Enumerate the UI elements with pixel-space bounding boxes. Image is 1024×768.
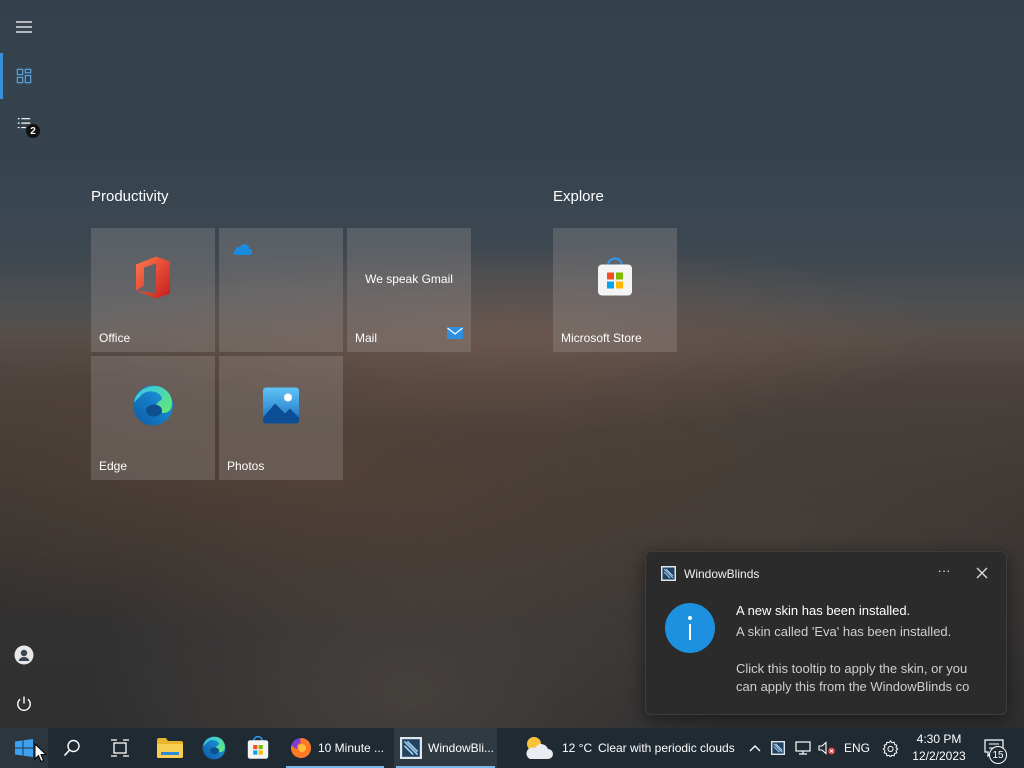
file-explorer-button[interactable] [148, 728, 192, 768]
tile-label: Office [99, 331, 131, 345]
search-icon [63, 739, 80, 757]
toast-more-button[interactable]: ··· [932, 563, 956, 583]
tray-settings[interactable] [878, 728, 902, 768]
tray-volume[interactable] [817, 728, 837, 768]
tile-live-text: We speak Gmail [365, 272, 453, 286]
notification-count-badge: 15 [989, 746, 1007, 764]
network-icon [795, 741, 811, 755]
task-view-button[interactable] [96, 728, 144, 768]
toast-title: A new skin has been installed. [736, 603, 911, 618]
show-hidden-icons-button[interactable] [746, 728, 764, 768]
toast-close-button[interactable] [970, 563, 994, 583]
power-icon [17, 696, 31, 711]
edge-icon [202, 736, 226, 760]
search-button[interactable] [48, 728, 96, 768]
input-language[interactable]: ENG [844, 741, 870, 755]
tile-microsoft-store[interactable]: Microsoft Store [553, 228, 677, 352]
weather-button[interactable] [520, 728, 556, 768]
taskbar: 10 Minute ... WindowBli... 12 °C Clear w… [0, 728, 1024, 768]
power-button[interactable] [0, 680, 48, 728]
user-button[interactable] [0, 631, 48, 679]
tile-office[interactable]: Office [91, 228, 215, 352]
taskbar-clock[interactable]: 4:30 PM 12/2/2023 [904, 731, 974, 765]
volume-muted-icon [818, 741, 835, 755]
tile-onedrive[interactable] [219, 228, 343, 352]
store-icon [595, 257, 635, 303]
mouse-cursor-icon [34, 743, 47, 763]
hamburger-icon [16, 21, 32, 33]
toast-body-line: can apply this from the WindowBlinds co [736, 679, 970, 694]
tile-label: Edge [99, 459, 128, 473]
onedrive-icon [230, 242, 253, 261]
user-icon [14, 645, 34, 665]
mail-icon [447, 326, 463, 344]
toast-body-line: Click this tooltip to apply the skin, or… [736, 661, 968, 676]
all-apps-button[interactable] [0, 100, 48, 148]
group-title-productivity: Productivity [91, 188, 169, 205]
store-icon [247, 736, 269, 759]
store-taskbar-button[interactable] [236, 728, 280, 768]
toast-body-line: A skin called 'Eva' has been installed. [736, 624, 952, 639]
office-icon [134, 256, 172, 305]
tile-mail[interactable]: We speak Gmail Mail [347, 228, 471, 352]
tray-network[interactable] [793, 728, 813, 768]
all-apps-badge: 2 [26, 124, 40, 138]
info-icon [665, 603, 715, 653]
weather-temperature[interactable]: 12 °C [562, 741, 592, 755]
clock-time: 4:30 PM [916, 732, 962, 746]
pinned-tiles-button[interactable] [0, 52, 48, 100]
photos-icon [263, 387, 299, 429]
clock-date: 12/2/2023 [912, 749, 966, 763]
group-title-explore: Explore [553, 188, 604, 205]
windowblinds-icon [771, 741, 785, 755]
edge-taskbar-button[interactable] [192, 728, 236, 768]
windows-icon [15, 739, 33, 757]
weather-partly-cloudy-icon [526, 737, 553, 759]
notification-toast[interactable]: WindowBlinds ··· A new skin has been ins… [645, 551, 1007, 715]
tile-label: Mail [355, 331, 378, 345]
taskbar-app-label: WindowBli... [428, 741, 495, 755]
tile-label: Photos [227, 459, 265, 473]
chevron-up-icon [749, 745, 761, 752]
tiles-icon [16, 68, 32, 84]
task-view-icon [111, 739, 129, 757]
tray-windowblinds[interactable] [769, 728, 787, 768]
menu-button[interactable] [0, 3, 48, 51]
toast-app-name: WindowBlinds [684, 567, 760, 581]
tile-edge[interactable]: Edge [91, 356, 215, 480]
taskbar-app-firefox[interactable]: 10 Minute ... [284, 728, 386, 768]
firefox-icon [291, 737, 312, 758]
gear-icon [882, 739, 898, 757]
weather-condition[interactable]: Clear with periodic clouds [598, 741, 735, 755]
windowblinds-icon [661, 566, 676, 581]
file-explorer-icon [157, 738, 183, 758]
taskbar-app-label: 10 Minute ... [318, 741, 385, 755]
close-icon [976, 567, 988, 579]
taskbar-app-windowblinds[interactable]: WindowBli... [394, 728, 497, 768]
start-menu-rail: 2 [0, 0, 48, 728]
tile-label: Microsoft Store [561, 331, 642, 345]
edge-icon [132, 385, 174, 432]
windowblinds-icon [400, 737, 422, 759]
tile-photos[interactable]: Photos [219, 356, 343, 480]
